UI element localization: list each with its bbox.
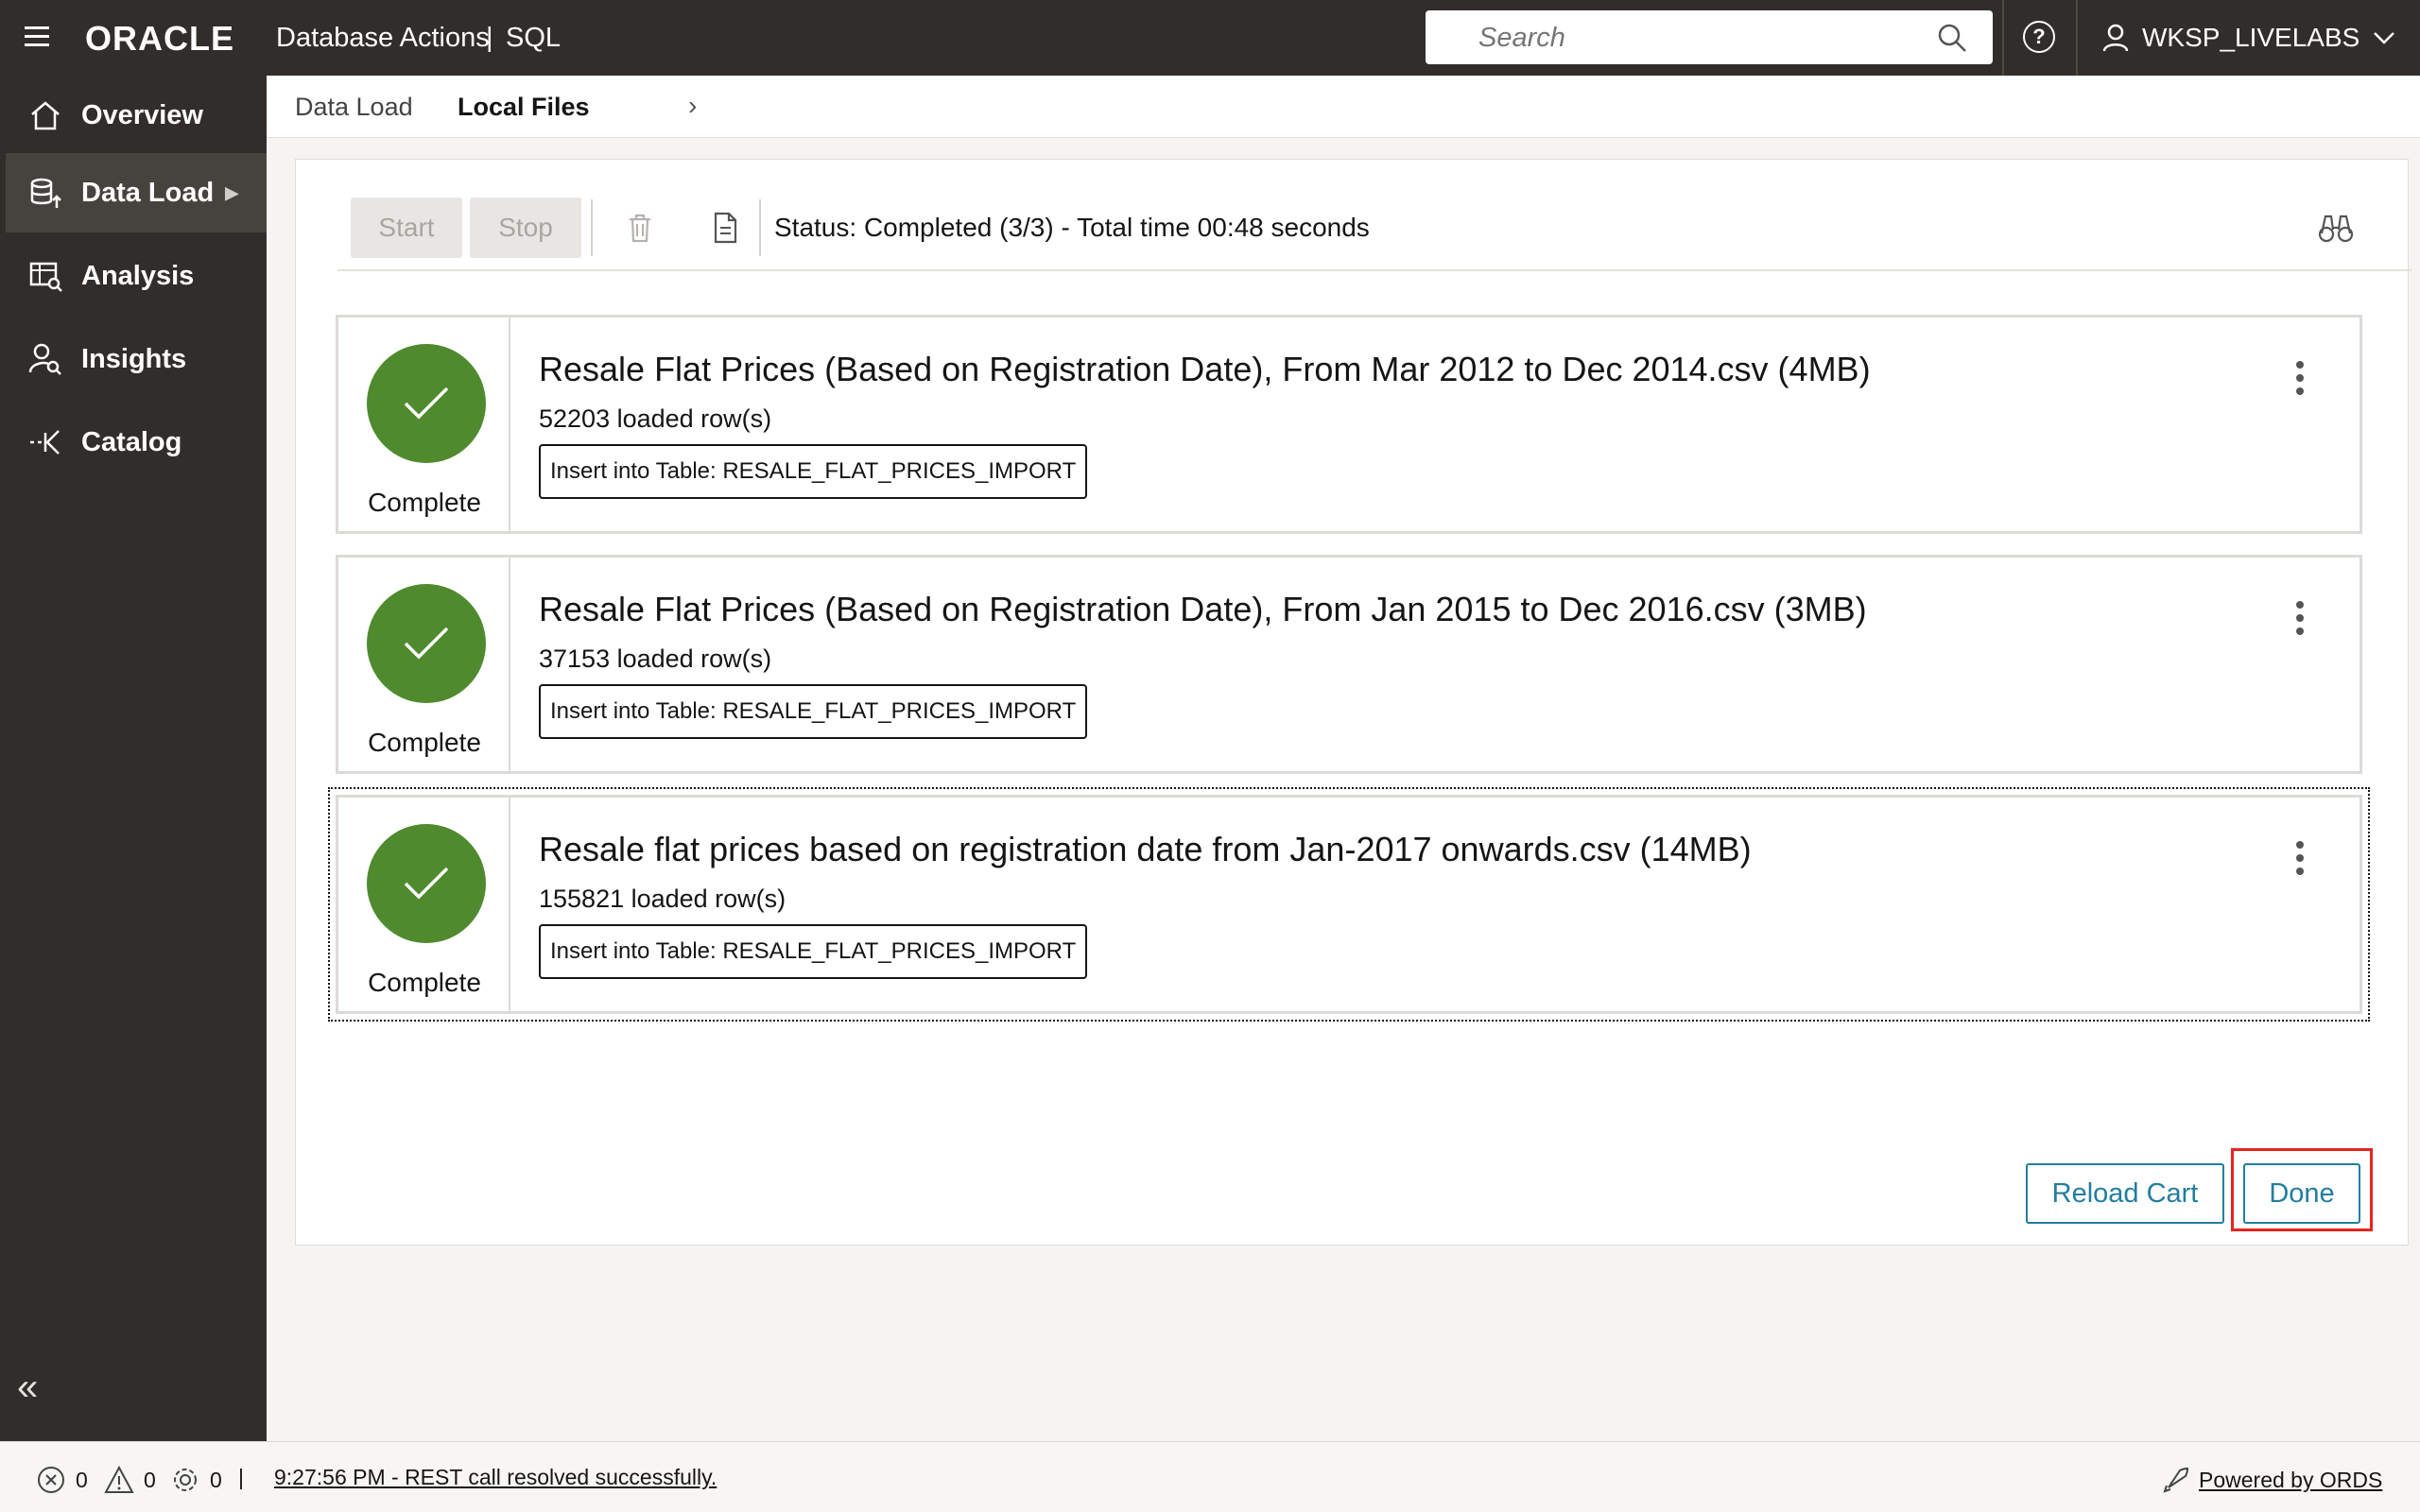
sidebar-item-label: Insights — [81, 343, 187, 374]
error-count[interactable]: 0 — [36, 1465, 88, 1495]
more-options-icon[interactable] — [2295, 601, 2305, 635]
topbar-divider — [2076, 0, 2078, 76]
success-check-icon — [367, 584, 486, 703]
search-input[interactable] — [1478, 20, 1894, 56]
stop-button[interactable]: Stop — [470, 198, 581, 258]
job-status-label: Complete — [368, 968, 481, 997]
job-target-table-badge[interactable]: Insert into Table: RESALE_FLAT_PRICES_IM… — [539, 444, 1088, 499]
toolbar: Start Stop Status: Completed (3/3) - Tot… — [337, 194, 2411, 271]
oracle-logo: ORACLE — [85, 19, 234, 58]
title-separator: | — [486, 23, 493, 53]
sidebar-item-analysis[interactable]: Analysis — [6, 236, 267, 316]
warning-count[interactable]: 0 — [104, 1465, 156, 1495]
load-status-text: Status: Completed (3/3) - Total time 00:… — [774, 213, 1370, 242]
job-status-label: Complete — [368, 488, 481, 517]
sidebar-item-data-load[interactable]: Data Load ▶ — [6, 153, 267, 232]
job-status-column: Complete — [338, 558, 510, 771]
table-analysis-icon — [26, 257, 64, 295]
chevron-down-icon — [2374, 32, 2395, 44]
topbar-divider — [2002, 0, 2004, 76]
success-check-icon — [367, 344, 486, 463]
chevron-right-icon: › — [688, 91, 698, 120]
load-job-card[interactable]: Complete Resale flat prices based on reg… — [328, 787, 2370, 1022]
document-icon[interactable] — [708, 211, 742, 245]
user-name: WKSP_LIVELABS — [2142, 23, 2360, 52]
home-icon — [26, 96, 64, 134]
job-file-name: Resale Flat Prices (Based on Registratio… — [539, 350, 1871, 388]
collapse-sidebar-icon[interactable]: « — [17, 1366, 38, 1409]
load-job-card[interactable]: Complete Resale Flat Prices (Based on Re… — [336, 315, 2362, 534]
person-search-icon — [26, 340, 64, 378]
hamburger-menu-icon[interactable] — [25, 26, 49, 47]
job-target-table-badge[interactable]: Insert into Table: RESALE_FLAT_PRICES_IM… — [539, 684, 1088, 739]
job-row-count: 155821 loaded row(s) — [539, 885, 786, 913]
powered-by-ords[interactable]: Powered by ORDS — [2161, 1465, 2382, 1495]
job-status-column: Complete — [338, 798, 510, 1011]
toolbar-divider — [591, 199, 593, 256]
binoculars-icon[interactable] — [2317, 211, 2355, 245]
database-upload-icon — [26, 174, 64, 212]
warning-icon — [104, 1465, 134, 1493]
load-job-card[interactable]: Complete Resale Flat Prices (Based on Re… — [336, 555, 2362, 774]
user-menu[interactable]: WKSP_LIVELABS — [2102, 17, 2395, 59]
sidebar-item-insights[interactable]: Insights — [6, 319, 267, 399]
search-box[interactable] — [1426, 10, 1993, 64]
status-bar: 0 0 0 | 9:27:56 PM - REST call resolved … — [0, 1441, 2420, 1512]
help-icon[interactable]: ? — [2023, 21, 2055, 53]
side-navigation: Overview Data Load ▶ Analysis Insights C… — [0, 76, 267, 1441]
task-count[interactable]: 0 — [170, 1465, 222, 1495]
app-section-link[interactable]: SQL — [506, 23, 561, 54]
success-check-icon — [367, 824, 486, 943]
done-button-highlight — [2231, 1148, 2373, 1231]
job-status-label: Complete — [368, 728, 481, 757]
top-bar: ORACLE Database Actions | SQL ? WKSP_LIV… — [0, 0, 2420, 76]
status-message-link[interactable]: 9:27:56 PM - REST call resolved successf… — [274, 1465, 717, 1490]
sidebar-item-label: Analysis — [81, 260, 195, 291]
rocket-icon — [2163, 1467, 2189, 1493]
start-button[interactable]: Start — [351, 198, 462, 258]
powered-by-link[interactable]: Powered by ORDS — [2199, 1468, 2382, 1493]
job-target-table-badge[interactable]: Insert into Table: RESALE_FLAT_PRICES_IM… — [539, 924, 1088, 979]
catalog-icon — [26, 423, 64, 461]
sidebar-item-label: Data Load — [81, 177, 215, 208]
caret-right-icon: ▶ — [225, 182, 239, 202]
app-title: Database Actions — [276, 23, 490, 53]
job-row-count: 52203 loaded row(s) — [539, 404, 772, 433]
more-options-icon[interactable] — [2295, 361, 2305, 395]
toolbar-divider — [759, 199, 761, 256]
sidebar-item-overview[interactable]: Overview — [6, 76, 267, 155]
statusbar-divider: | — [238, 1465, 244, 1489]
breadcrumb-data-load[interactable]: Data Load — [295, 93, 413, 122]
error-count-value: 0 — [76, 1467, 88, 1492]
task-count-value: 0 — [210, 1467, 222, 1492]
search-icon[interactable] — [1936, 22, 1968, 54]
job-status-column: Complete — [338, 318, 510, 531]
job-file-name: Resale Flat Prices (Based on Registratio… — [539, 590, 1867, 628]
job-row-count: 37153 loaded row(s) — [539, 644, 772, 673]
load-jobs-panel: Start Stop Status: Completed (3/3) - Tot… — [295, 159, 2411, 1246]
breadcrumb: Data Load › Local Files — [267, 76, 2420, 138]
user-icon — [2102, 24, 2129, 52]
job-file-name: Resale flat prices based on registration… — [539, 830, 1752, 868]
error-icon — [38, 1467, 64, 1493]
sidebar-item-label: Overview — [81, 99, 203, 130]
sidebar-item-label: Catalog — [81, 426, 182, 457]
more-options-icon[interactable] — [2295, 841, 2305, 875]
reload-cart-button[interactable]: Reload Cart — [2026, 1163, 2224, 1224]
warning-count-value: 0 — [144, 1467, 156, 1492]
trash-icon[interactable] — [623, 211, 657, 245]
sidebar-item-catalog[interactable]: Catalog — [6, 403, 267, 482]
breadcrumb-local-files: Local Files — [458, 93, 590, 121]
gear-icon — [174, 1469, 197, 1491]
